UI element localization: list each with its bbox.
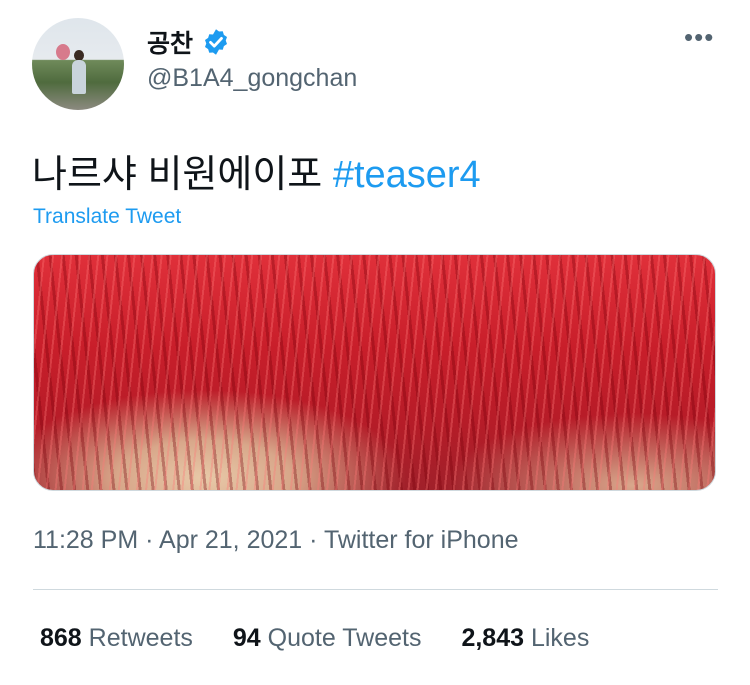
- retweets-count: 868: [40, 624, 82, 652]
- retweets-label: Retweets: [88, 624, 193, 652]
- quote-tweets-label: Quote Tweets: [267, 624, 422, 652]
- tweet-time[interactable]: 11:28 PM: [33, 526, 138, 554]
- retweets-stat[interactable]: 868 Retweets: [40, 624, 193, 653]
- tweet-date[interactable]: Apr 21, 2021: [159, 526, 302, 554]
- author-handle[interactable]: @B1A4_gongchan: [147, 64, 357, 93]
- tweet-source[interactable]: Twitter for iPhone: [324, 526, 519, 554]
- hashtag-link[interactable]: #teaser4: [333, 154, 481, 196]
- avatar-figure: [72, 60, 86, 94]
- tweet-body-text: 나르샤 비원에이포: [32, 154, 323, 196]
- quote-tweets-count: 94: [232, 624, 261, 652]
- avatar-balloon: [56, 44, 70, 60]
- quote-tweets-stat[interactable]: 94 Quote Tweets: [233, 624, 422, 653]
- author-name-row: 공찬: [147, 24, 231, 60]
- tweet-metadata: 11:28 PM · Apr 21, 2021 · Twitter for iP…: [33, 526, 519, 555]
- translate-tweet-link[interactable]: Translate Tweet: [33, 205, 181, 229]
- more-options-icon[interactable]: •••: [684, 22, 714, 53]
- likes-label: Likes: [530, 624, 590, 652]
- tweet-media-image[interactable]: [33, 254, 716, 491]
- meta-separator: ·: [309, 526, 324, 554]
- engagement-stats: 868 Retweets 94 Quote Tweets 2,843 Likes: [40, 624, 589, 653]
- tweet-text: 나르샤 비원에이포 #teaser4: [32, 143, 481, 198]
- divider: [33, 589, 718, 590]
- verified-badge-icon: [205, 29, 228, 55]
- likes-stat[interactable]: 2,843 Likes: [461, 624, 589, 653]
- likes-count: 2,843: [461, 624, 525, 652]
- meta-separator: ·: [145, 526, 160, 554]
- author-display-name[interactable]: 공찬: [147, 24, 193, 60]
- profile-avatar[interactable]: [32, 18, 124, 110]
